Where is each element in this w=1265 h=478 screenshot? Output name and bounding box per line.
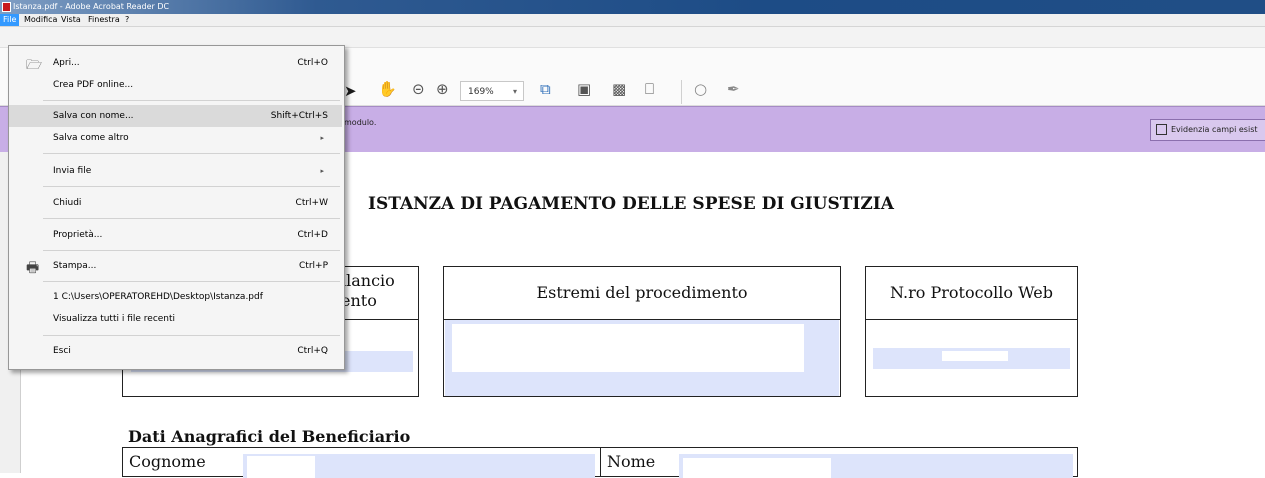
zoom-in-icon[interactable]: ⊕ xyxy=(436,80,449,98)
menu-file[interactable]: File xyxy=(0,14,20,26)
menu-item-exit[interactable]: Esci Ctrl+Q xyxy=(9,340,342,362)
protocol-box: N.ro Protocollo Web xyxy=(865,266,1078,397)
name-label: Nome xyxy=(607,452,656,471)
zoom-select[interactable]: 169% ▾ xyxy=(460,81,524,101)
surname-label: Cognome xyxy=(129,452,206,471)
menu-item-save-other-label: Salva come altro xyxy=(53,133,129,143)
chevron-down-icon: ▾ xyxy=(512,87,517,96)
toolbar-separator xyxy=(681,80,682,104)
menu-item-print-label: Stampa... xyxy=(53,261,97,271)
menu-modifica[interactable]: Modifica xyxy=(21,14,60,26)
acrobat-app-icon xyxy=(2,2,11,12)
menu-finestra[interactable]: Finestra xyxy=(85,14,123,26)
menu-item-create-pdf[interactable]: Crea PDF online... xyxy=(9,74,342,96)
protocol-head: N.ro Protocollo Web xyxy=(866,267,1077,320)
menu-item-properties-label: Proprietà... xyxy=(53,230,103,240)
protocol-field-overlay xyxy=(942,351,1008,361)
highlight-fields-label: Evidenzia campi esist xyxy=(1171,125,1258,134)
menu-separator xyxy=(43,100,340,101)
menu-item-exit-shortcut: Ctrl+Q xyxy=(297,346,328,356)
menu-item-recent-all[interactable]: Visualizza tutti i file recenti xyxy=(9,308,342,330)
menu-vista[interactable]: Vista xyxy=(58,14,84,26)
procedure-head: Estremi del procedimento xyxy=(444,267,840,320)
select-tool-icon[interactable]: ➤ xyxy=(344,82,357,100)
menu-item-save-other[interactable]: Salva come altro ▸ xyxy=(9,127,342,149)
window-title: Istanza.pdf - Adobe Acrobat Reader DC xyxy=(13,2,170,11)
menu-item-recent-all-label: Visualizza tutti i file recenti xyxy=(53,314,176,324)
menu-help[interactable]: ? xyxy=(122,14,132,26)
menu-item-print-shortcut: Ctrl+P xyxy=(299,261,328,271)
budget-head-line1: ilancio xyxy=(341,271,395,290)
procedure-box: Estremi del procedimento xyxy=(443,266,841,397)
tab-strip xyxy=(0,27,1265,47)
file-menu: 🗁 Apri... Ctrl+O Crea PDF online... Salv… xyxy=(8,45,345,370)
document-title: ISTANZA DI PAGAMENTO DELLE SPESE DI GIUS… xyxy=(368,194,894,214)
menu-item-close[interactable]: Chiudi Ctrl+W xyxy=(9,192,342,214)
menu-item-close-label: Chiudi xyxy=(53,198,82,208)
menu-item-recent-1-label: 1 C:\Users\OPERATOREHD\Desktop\Istanza.p… xyxy=(53,292,263,302)
menu-separator xyxy=(43,335,340,336)
pen-icon[interactable]: ✒ xyxy=(727,80,740,98)
menu-separator xyxy=(43,186,340,187)
surname-field-overlay xyxy=(247,456,315,478)
menu-item-save-as-label: Salva con nome... xyxy=(53,111,134,121)
comment-icon[interactable]: ○ xyxy=(694,80,707,98)
printer-icon: 🖶 xyxy=(26,260,40,276)
page-view-icon[interactable]: ▣ xyxy=(577,80,591,98)
submenu-arrow-icon: ▸ xyxy=(320,167,324,175)
menu-item-properties[interactable]: Proprietà... Ctrl+D xyxy=(9,224,342,246)
fullscreen-icon[interactable]: ▩ xyxy=(612,80,626,98)
menu-item-recent-1[interactable]: 1 C:\Users\OPERATOREHD\Desktop\Istanza.p… xyxy=(9,286,342,308)
name-field-overlay xyxy=(683,458,831,478)
menu-item-exit-label: Esci xyxy=(53,346,71,356)
menu-item-properties-shortcut: Ctrl+D xyxy=(297,230,329,240)
zoom-out-icon[interactable]: ⊝ xyxy=(412,80,425,98)
zoom-value: 169% xyxy=(468,87,494,97)
highlight-fields-button[interactable]: Evidenzia campi esist xyxy=(1150,119,1265,141)
menu-item-save-as-shortcut: Shift+Ctrl+S xyxy=(270,111,328,121)
menu-item-open-label: Apri... xyxy=(53,58,80,68)
menu-separator xyxy=(43,218,340,219)
menu-item-close-shortcut: Ctrl+W xyxy=(295,198,328,208)
highlight-fields-icon xyxy=(1156,124,1167,135)
fit-page-icon[interactable]: ⧉ xyxy=(540,80,551,98)
menu-item-send-file[interactable]: Invia file ▸ xyxy=(9,160,342,182)
scroll-mode-icon[interactable]: ⎕ xyxy=(645,80,654,98)
menu-bar: File Modifica Vista Finestra ? xyxy=(0,14,1265,27)
menu-item-open[interactable]: 🗁 Apri... Ctrl+O xyxy=(9,52,342,74)
hand-tool-icon[interactable]: ✋ xyxy=(378,80,397,98)
menu-item-open-shortcut: Ctrl+O xyxy=(297,58,328,68)
menu-item-create-pdf-label: Crea PDF online... xyxy=(53,80,134,90)
budget-head-line2: ento xyxy=(341,291,377,310)
menu-separator xyxy=(43,281,340,282)
menu-separator xyxy=(43,250,340,251)
submenu-arrow-icon: ▸ xyxy=(320,134,324,142)
menu-item-save-as[interactable]: Salva con nome... Shift+Ctrl+S xyxy=(9,105,342,127)
form-message: modulo. xyxy=(344,118,377,127)
beneficiary-section-title: Dati Anagrafici del Beneficiario xyxy=(128,427,411,446)
menu-item-send-file-label: Invia file xyxy=(53,166,92,176)
menu-item-print[interactable]: 🖶 Stampa... Ctrl+P xyxy=(9,255,342,277)
menu-separator xyxy=(43,153,340,154)
procedure-field-overlay xyxy=(452,324,804,372)
title-bar: Istanza.pdf - Adobe Acrobat Reader DC xyxy=(0,0,1265,14)
